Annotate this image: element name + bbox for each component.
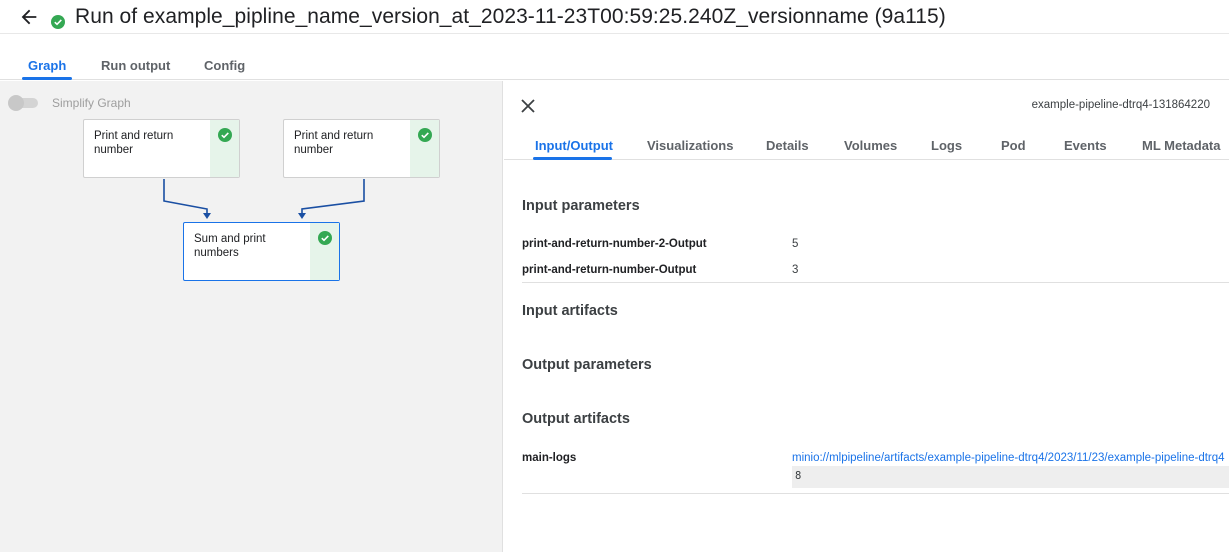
tab-config[interactable]: Config (204, 58, 245, 73)
graph-node-print-and-return-number-2[interactable]: Print and return number (283, 119, 440, 178)
artifact-key: main-logs (522, 452, 577, 464)
param-value: 3 (792, 264, 799, 276)
main-tabs: Graph Run output Config (0, 34, 1229, 80)
node-details-panel: example-pipeline-dtrq4-131864220 Input/O… (504, 81, 1229, 552)
tab-details[interactable]: Details (766, 138, 809, 153)
edge-2 (301, 179, 365, 215)
active-tab-indicator (22, 77, 72, 80)
pod-name: example-pipeline-dtrq4-131864220 (1031, 99, 1210, 111)
page-header: Run of example_pipline_name_version_at_2… (0, 0, 1229, 34)
node-label: Print and return number (94, 130, 174, 156)
tab-visualizations[interactable]: Visualizations (647, 138, 733, 153)
graph-canvas[interactable]: Simplify Graph Print and return number P… (0, 81, 503, 552)
input-artifacts-title: Input artifacts (522, 303, 618, 319)
check-circle-icon (51, 15, 65, 29)
divider (522, 493, 1229, 494)
artifact-link[interactable]: minio://mlpipeline/artifacts/example-pip… (792, 452, 1229, 464)
close-panel-button[interactable] (520, 98, 536, 114)
param-value: 5 (792, 238, 799, 250)
tab-input-output[interactable]: Input/Output (535, 138, 613, 153)
node-label: Sum and print numbers (194, 233, 266, 259)
node-label: Print and return number (294, 130, 374, 156)
active-tab-indicator (533, 157, 612, 160)
tab-ml-metadata[interactable]: ML Metadata (1142, 138, 1221, 153)
page-title: Run of example_pipline_name_version_at_2… (75, 5, 946, 28)
param-key: print-and-return-number-2-Output (522, 238, 707, 250)
details-tabs: Input/Output Visualizations Details Volu… (504, 125, 1229, 160)
check-circle-icon (218, 128, 232, 142)
param-key: print-and-return-number-Output (522, 264, 697, 276)
tab-run-output[interactable]: Run output (101, 58, 170, 73)
tab-volumes[interactable]: Volumes (844, 138, 897, 153)
check-circle-icon (418, 128, 432, 142)
tab-pod[interactable]: Pod (1001, 138, 1026, 153)
back-button[interactable] (18, 6, 40, 28)
graph-node-sum-and-print-numbers[interactable]: Sum and print numbers (183, 222, 340, 281)
edge-1-arrow (203, 213, 211, 219)
output-parameters-title: Output parameters (522, 357, 652, 373)
divider (522, 282, 1229, 283)
node-status (410, 120, 439, 177)
edge-1 (163, 179, 208, 215)
tab-logs[interactable]: Logs (931, 138, 962, 153)
input-parameters-title: Input parameters (522, 198, 640, 214)
node-status (210, 120, 239, 177)
output-artifacts-title: Output artifacts (522, 411, 630, 427)
tab-events[interactable]: Events (1064, 138, 1107, 153)
edge-2-arrow (298, 213, 306, 219)
tab-graph[interactable]: Graph (28, 58, 66, 73)
artifact-preview: 8 (792, 466, 1229, 488)
arrow-back-icon (21, 9, 37, 25)
graph-node-print-and-return-number[interactable]: Print and return number (83, 119, 240, 178)
check-circle-icon (318, 231, 332, 245)
node-status (310, 223, 339, 280)
close-icon (521, 99, 535, 113)
